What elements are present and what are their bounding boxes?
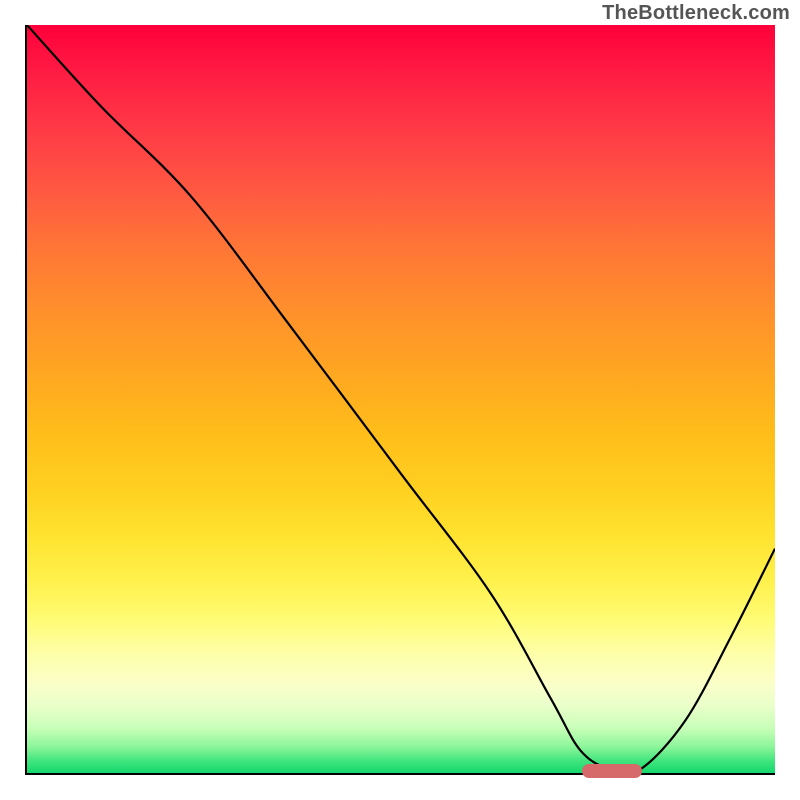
bottleneck-curve <box>27 25 775 773</box>
watermark-text: TheBottleneck.com <box>602 2 790 25</box>
plot-area <box>25 25 775 775</box>
optimal-marker <box>582 764 642 778</box>
